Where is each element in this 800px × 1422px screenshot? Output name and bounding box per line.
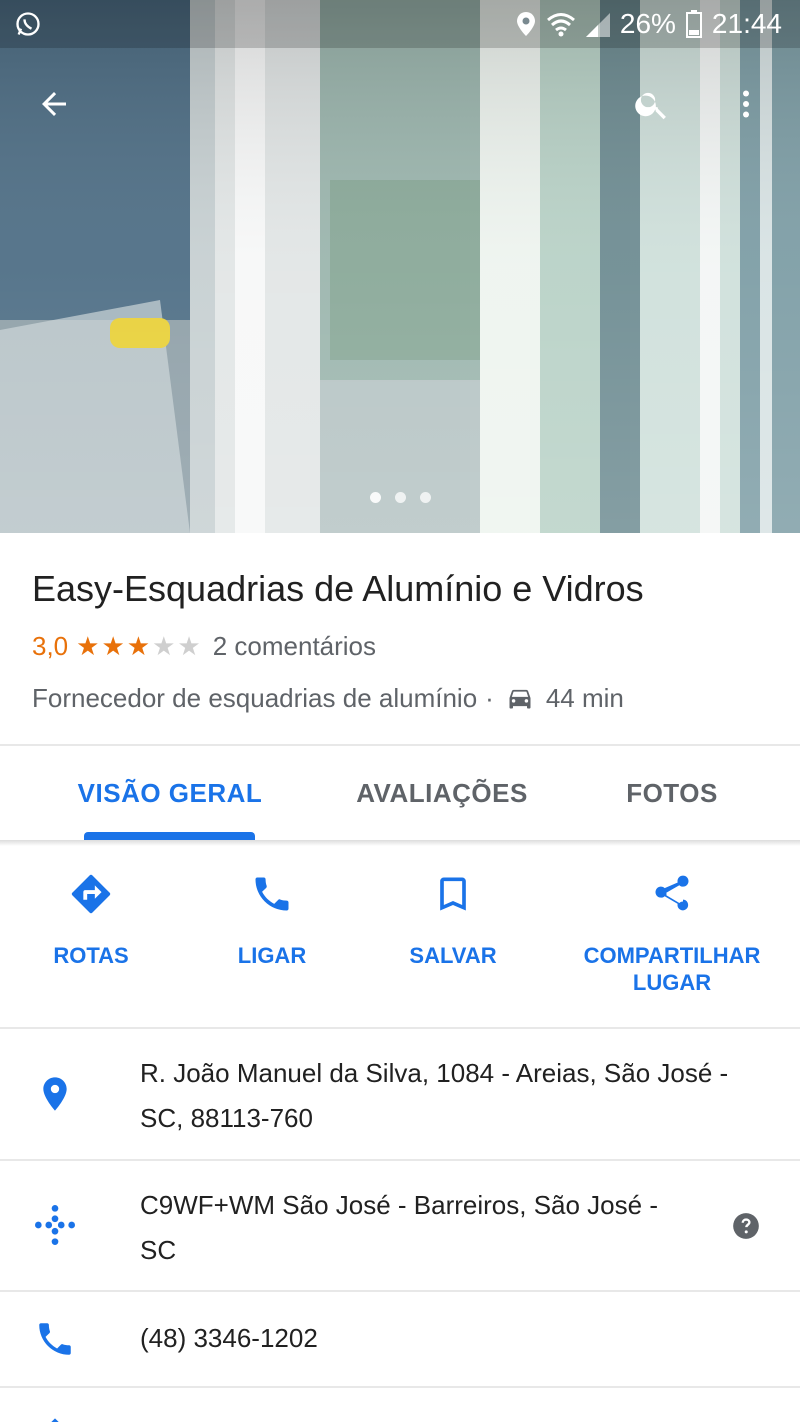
tab-bar: VISÃO GERAL AVALIAÇÕES FOTOS (0, 746, 800, 840)
tab-reviews[interactable]: AVALIAÇÕES (332, 746, 552, 840)
wifi-icon (546, 13, 575, 37)
tab-shadow (0, 840, 800, 846)
address-row[interactable]: R. João Manuel da Silva, 1084 - Areias, … (0, 1029, 800, 1159)
directions-label: ROTAS (53, 943, 129, 968)
location-icon (516, 12, 535, 36)
signal-icon (585, 13, 610, 37)
plus-code-icon (35, 1205, 75, 1245)
search-button[interactable] (628, 80, 676, 128)
photo-scene (0, 0, 800, 533)
phone-number: (48) 3346-1202 (140, 1323, 318, 1353)
search-icon (635, 92, 666, 120)
pager-dot[interactable] (419, 492, 431, 503)
pager-dot-active[interactable] (369, 492, 381, 503)
call-label: LIGAR (237, 943, 307, 968)
back-button[interactable] (30, 80, 78, 128)
drive-time: 44 min (545, 682, 624, 713)
share-icon (655, 875, 689, 911)
phone-row[interactable]: (48) 3346-1202 (0, 1292, 800, 1386)
next-row[interactable] (0, 1388, 800, 1422)
pager-dot[interactable] (394, 492, 406, 503)
more-options-button[interactable] (722, 80, 770, 128)
star-icon: ★ (101, 631, 125, 661)
place-photo[interactable]: 26% 21:44 (0, 0, 800, 533)
whatsapp-icon (16, 12, 40, 36)
tab-photos[interactable]: FOTOS (592, 746, 752, 840)
active-tab-indicator (84, 832, 255, 840)
category-row: Fornecedor de esquadrias de alumínio · 4… (32, 680, 624, 716)
place-category: Fornecedor de esquadrias de alumínio (32, 682, 478, 713)
phone-icon (255, 877, 289, 911)
address-text: R. João Manuel da Silva, 1084 - Areias, … (140, 1058, 729, 1133)
clock: 21:44 (711, 8, 782, 39)
plus-code-text: C9WF+WM São José - Barreiros, São José -… (140, 1190, 658, 1265)
photo-pager (0, 492, 800, 503)
rating-row[interactable]: 3,0 ★ ★ ★ ★ ★ 2 comentários (32, 628, 376, 664)
location-pin-icon (43, 1077, 67, 1111)
tab-overview[interactable]: VISÃO GERAL (60, 746, 280, 840)
battery-percent: 26% (619, 8, 676, 39)
save-button[interactable]: SALVAR (362, 866, 544, 969)
share-button[interactable]: COMPARTILHAR LUGAR (562, 866, 782, 996)
star-icon: ★ (126, 631, 151, 661)
star-empty-icon: ★ (177, 631, 201, 661)
more-vert-icon (743, 90, 749, 118)
save-label: SALVAR (409, 943, 497, 968)
place-title: Easy-Esquadrias de Alumínio e Vidros (32, 568, 644, 609)
star-icon: ★ (76, 631, 100, 661)
share-label: COMPARTILHAR LUGAR (583, 943, 761, 995)
help-icon[interactable] (732, 1212, 760, 1240)
car-icon (509, 689, 531, 709)
plus-code-row[interactable]: C9WF+WM São José - Barreiros, São José -… (0, 1161, 800, 1291)
rating-value: 3,0 (32, 630, 69, 661)
directions-button[interactable]: ROTAS (0, 866, 182, 969)
directions-icon (71, 874, 111, 914)
reviews-count[interactable]: 2 comentários (213, 631, 376, 662)
call-button[interactable]: LIGAR (181, 866, 363, 969)
phone-icon (39, 1323, 71, 1355)
bookmark-icon (440, 877, 466, 911)
status-bar: 26% 21:44 (0, 0, 800, 48)
separator: · (485, 682, 494, 713)
battery-icon (685, 10, 702, 38)
next-row-icon (51, 1418, 59, 1422)
arrow-back-icon (42, 92, 66, 116)
star-empty-icon: ★ (152, 631, 176, 661)
